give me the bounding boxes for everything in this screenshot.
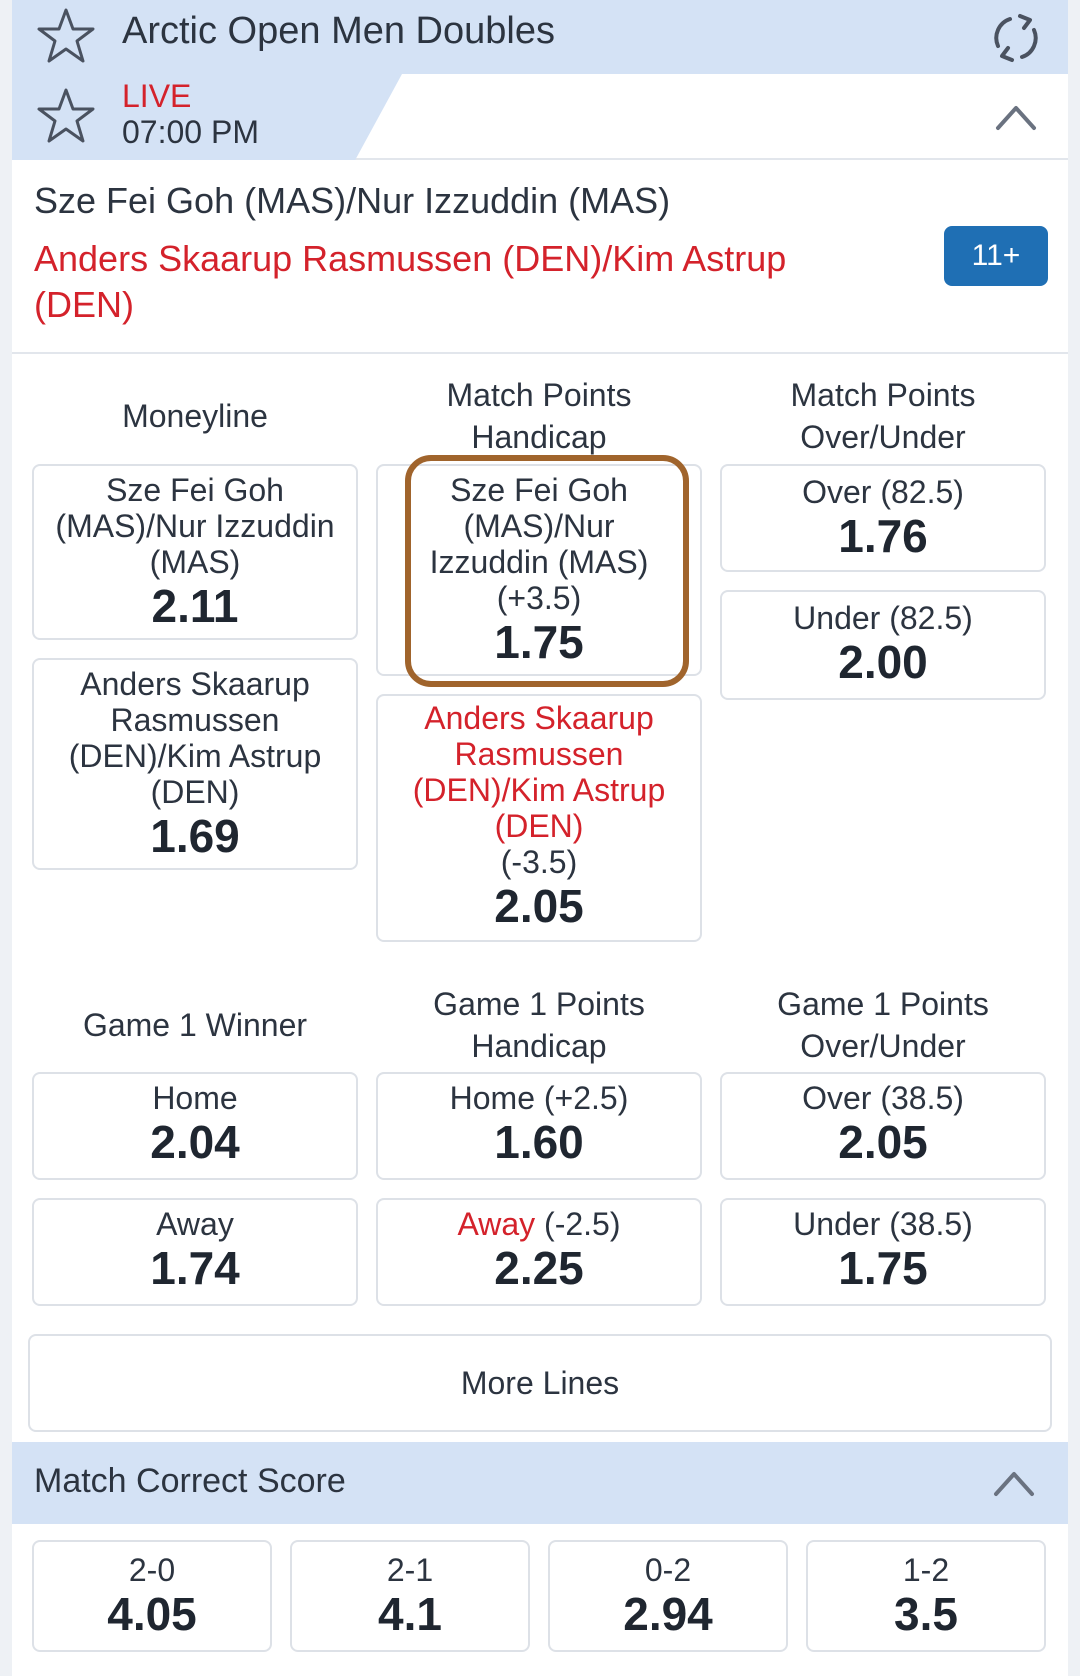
score-label: 2-1 (386, 1552, 434, 1588)
odds-price: 2.11 (151, 580, 239, 632)
game1-handicap-home-odds[interactable]: Home (+2.5) 1.60 (376, 1072, 702, 1180)
selection-label: Over (802, 474, 872, 510)
odds-price: 1.69 (150, 810, 240, 862)
selection-label: Sze Fei Goh (MAS)/Nur Izzuddin (MAS) (55, 472, 335, 580)
favorite-star-icon[interactable] (34, 4, 98, 68)
odds-price: 4.05 (107, 1588, 197, 1640)
handicap-line: (-2.5) (544, 1206, 621, 1242)
tournament-header[interactable]: Arctic Open Men Doubles (12, 0, 1068, 74)
match-handicap-home-odds[interactable]: Sze Fei Goh (MAS)/Nur Izzuddin (MAS) (+3… (376, 464, 702, 676)
score-label: 0-2 (644, 1552, 692, 1588)
selection-label-row: Over (38.5) (722, 1080, 1044, 1116)
odds-price: 4.1 (378, 1588, 442, 1640)
selection-label: Under (793, 1206, 881, 1242)
total-line: (82.5) (880, 474, 964, 510)
game1-winner-header: Game 1 Winner (82, 1007, 308, 1043)
selection-label: Away (156, 1206, 234, 1242)
odds-price: 2.05 (494, 880, 584, 932)
odds-price: 3.5 (894, 1588, 958, 1640)
total-line: (38.5) (880, 1080, 964, 1116)
moneyline-away-odds[interactable]: Anders Skaarup Rasmussen (DEN)/Kim Astru… (32, 658, 358, 870)
game1-total-header: Game 1 Points Over/Under (777, 986, 989, 1064)
more-lines-button[interactable]: More Lines (28, 1334, 1052, 1432)
chevron-up-icon[interactable] (992, 96, 1040, 136)
odds-price: 1.75 (494, 616, 584, 668)
more-markets-badge[interactable]: 11+ (944, 226, 1048, 286)
game1-over-odds[interactable]: Over (38.5) 2.05 (720, 1072, 1046, 1180)
odds-price: 2.05 (838, 1116, 928, 1168)
correct-score-header[interactable]: Match Correct Score (12, 1442, 1068, 1524)
event-panel: Arctic Open Men Doubles LIVE 07:00 PM Sz… (12, 0, 1068, 1676)
odds-price: 1.74 (150, 1242, 240, 1294)
total-line: (38.5) (889, 1206, 973, 1242)
selection-label-row: Away (-2.5) (378, 1206, 700, 1242)
event-favorite-star-icon[interactable] (34, 84, 98, 148)
match-over-odds[interactable]: Over (82.5) 1.76 (720, 464, 1046, 572)
home-team-name: Sze Fei Goh (MAS)/Nur Izzuddin (MAS) (34, 180, 671, 221)
odds-price: 2.25 (494, 1242, 584, 1294)
game1-winner-home-odds[interactable]: Home 2.04 (32, 1072, 358, 1180)
selection-label: Anders Skaarup Rasmussen (DEN)/Kim Astru… (68, 666, 322, 810)
game1-handicap-away-odds[interactable]: Away (-2.5) 2.25 (376, 1198, 702, 1306)
away-team-name: Anders Skaarup Rasmussen (DEN)/Kim Astru… (34, 238, 787, 325)
moneyline-header: Moneyline (122, 398, 268, 434)
selection-label-row: Under (38.5) (722, 1206, 1044, 1242)
tournament-title: Arctic Open Men Doubles (122, 10, 555, 52)
game1-winner-away-odds[interactable]: Away 1.74 (32, 1198, 358, 1306)
odds-price: 2.00 (838, 636, 928, 688)
selection-label: Over (802, 1080, 872, 1116)
selection-label: Sze Fei Goh (MAS)/Nur Izzuddin (MAS) (429, 472, 649, 580)
match-under-odds[interactable]: Under (82.5) 2.00 (720, 590, 1046, 700)
selection-label: Under (793, 600, 881, 636)
correct-score-odds[interactable]: 2-0 4.05 (32, 1540, 272, 1652)
correct-score-odds[interactable]: 2-1 4.1 (290, 1540, 530, 1652)
score-label: 1-2 (902, 1552, 950, 1588)
selection-label-row: Under (82.5) (722, 600, 1044, 636)
moneyline-home-odds[interactable]: Sze Fei Goh (MAS)/Nur Izzuddin (MAS) 2.1… (32, 464, 358, 640)
handicap-line: (+2.5) (543, 1080, 629, 1116)
event-time: 07:00 PM (122, 114, 259, 150)
handicap-line: (-3.5) (500, 844, 578, 880)
chevron-up-icon[interactable] (990, 1462, 1038, 1502)
correct-score-odds[interactable]: 0-2 2.94 (548, 1540, 788, 1652)
live-label: LIVE (122, 78, 192, 114)
game1-handicap-header: Game 1 Points Handicap (433, 986, 645, 1064)
match-handicap-header: Match Points Handicap (446, 377, 632, 455)
odds-price: 1.75 (838, 1242, 928, 1294)
section-title: Match Correct Score (34, 1462, 346, 1500)
match-total-header: Match Points Over/Under (790, 377, 976, 455)
event-status-row: LIVE 07:00 PM (12, 74, 1068, 160)
selection-label: Anders Skaarup Rasmussen (DEN)/Kim Astru… (412, 700, 666, 844)
selection-label: Away (457, 1206, 536, 1242)
selection-label-row: Home (+2.5) (378, 1080, 700, 1116)
game1-under-odds[interactable]: Under (38.5) 1.75 (720, 1198, 1046, 1306)
score-label: 2-0 (128, 1552, 176, 1588)
teams-block: Sze Fei Goh (MAS)/Nur Izzuddin (MAS) And… (12, 160, 1068, 354)
odds-price: 1.76 (838, 510, 928, 562)
odds-price: 2.94 (623, 1588, 713, 1640)
refresh-icon[interactable] (984, 6, 1048, 70)
selection-label-row: Over (82.5) (722, 474, 1044, 510)
selection-label: Home (449, 1080, 535, 1116)
selection-label: Home (152, 1080, 238, 1116)
handicap-line: (+3.5) (496, 580, 582, 616)
correct-score-odds[interactable]: 1-2 3.5 (806, 1540, 1046, 1652)
match-handicap-away-odds[interactable]: Anders Skaarup Rasmussen (DEN)/Kim Astru… (376, 694, 702, 942)
odds-price: 1.60 (494, 1116, 584, 1168)
odds-price: 2.04 (150, 1116, 240, 1168)
total-line: (82.5) (889, 600, 973, 636)
